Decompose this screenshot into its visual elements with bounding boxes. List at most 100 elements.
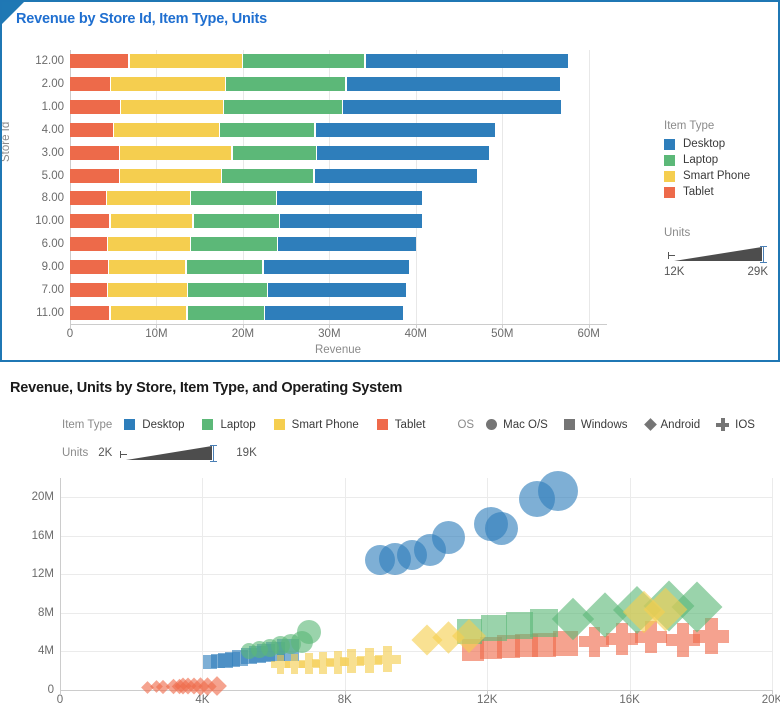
scatter-point[interactable]: [297, 620, 322, 645]
table-row[interactable]: [70, 305, 606, 320]
chart2-legend-units[interactable]: Units 2K 19K: [62, 444, 257, 462]
bar-segment-laptop[interactable]: [191, 191, 277, 206]
table-row[interactable]: [70, 259, 606, 274]
bar-segment-tablet[interactable]: [70, 282, 107, 297]
bar-segment-smart-phone[interactable]: [110, 305, 187, 320]
x-tick-label: 20M: [231, 328, 255, 340]
legend-item-laptop[interactable]: Laptop: [202, 419, 256, 431]
bar-segment-desktop[interactable]: [346, 77, 560, 92]
bar-segment-smart-phone[interactable]: [111, 77, 226, 92]
bar-segment-smart-phone[interactable]: [110, 214, 193, 229]
scatter-point[interactable]: [481, 615, 508, 642]
chart1-legend-item-type[interactable]: Item Type Desktop Laptop Smart Phone Tablet: [664, 120, 750, 202]
chart2-data-points[interactable]: [60, 470, 772, 696]
bar-segment-desktop[interactable]: [278, 237, 417, 252]
bar-segment-laptop[interactable]: [188, 282, 267, 297]
bar-segment-laptop[interactable]: [242, 54, 365, 69]
bar-segment-desktop[interactable]: [315, 122, 495, 137]
legend-item-tablet[interactable]: Tablet: [664, 186, 750, 198]
table-row[interactable]: [70, 122, 606, 137]
bar-segment-smart-phone[interactable]: [108, 237, 190, 252]
bar-segment-smart-phone[interactable]: [114, 122, 220, 137]
bar-segment-desktop[interactable]: [365, 54, 569, 69]
table-row[interactable]: [70, 237, 606, 252]
legend-item-smart-phone[interactable]: Smart Phone: [273, 419, 359, 431]
legend-item-laptop[interactable]: Laptop: [664, 154, 750, 166]
legend-swatch: [664, 186, 675, 198]
x-tick-label: 0: [56, 694, 64, 706]
bar-segment-laptop[interactable]: [220, 122, 315, 137]
bar-segment-tablet[interactable]: [70, 237, 107, 252]
bar-segment-tablet[interactable]: [70, 168, 119, 183]
table-row[interactable]: [70, 214, 606, 229]
x-tick-label: 50M: [491, 328, 514, 340]
bar-segment-desktop[interactable]: [267, 282, 406, 297]
scatter-point[interactable]: [374, 646, 401, 673]
units-max-label: 29K: [747, 266, 768, 278]
legend-os-ios[interactable]: IOS: [716, 418, 755, 431]
bar-segment-laptop[interactable]: [226, 77, 346, 92]
units-slider-handle-min[interactable]: [668, 252, 675, 259]
x-tick-label: 0: [66, 328, 74, 340]
scatter-point[interactable]: [431, 521, 465, 555]
legend-swatch: [202, 419, 214, 430]
units2-slider-handle-max[interactable]: [210, 445, 218, 462]
legend-os-android[interactable]: Android: [643, 418, 700, 431]
bar-segment-tablet[interactable]: [70, 259, 108, 274]
legend-os-windows[interactable]: Windows: [563, 419, 628, 431]
table-row[interactable]: [70, 54, 606, 69]
bar-segment-smart-phone[interactable]: [129, 54, 242, 69]
bar-segment-smart-phone[interactable]: [121, 100, 223, 115]
bar-segment-laptop[interactable]: [191, 237, 278, 252]
chart1-legend-units[interactable]: Units 12K 29K: [664, 227, 774, 278]
bar-segment-tablet[interactable]: [70, 122, 113, 137]
bar-segment-tablet[interactable]: [70, 54, 129, 69]
table-row[interactable]: [70, 168, 606, 183]
bar-segment-smart-phone[interactable]: [108, 259, 186, 274]
scatter-point[interactable]: [505, 611, 533, 639]
bar-segment-tablet[interactable]: [70, 145, 119, 160]
bar-segment-desktop[interactable]: [277, 191, 423, 206]
panel-revenue-by-store[interactable]: Revenue by Store Id, Item Type, Units St…: [0, 0, 780, 362]
chart2-legend-row[interactable]: Item Type Desktop Laptop Smart Phone Tablet…: [62, 418, 771, 431]
scatter-point[interactable]: [538, 470, 579, 511]
scatter-point[interactable]: [484, 511, 518, 545]
bar-segment-smart-phone[interactable]: [108, 282, 188, 297]
legend-item-tablet[interactable]: Tablet: [376, 419, 425, 431]
table-row[interactable]: [70, 145, 606, 160]
scatter-point[interactable]: [530, 608, 559, 637]
bar-segment-desktop[interactable]: [343, 100, 561, 115]
bar-segment-tablet[interactable]: [70, 191, 106, 206]
legend-title-item-type: Item Type: [664, 120, 715, 132]
bar-segment-tablet[interactable]: [70, 100, 120, 115]
bar-segment-smart-phone[interactable]: [107, 191, 190, 206]
bar-segment-laptop[interactable]: [232, 145, 317, 160]
bar-segment-smart-phone[interactable]: [120, 168, 221, 183]
units-slider-handle-max[interactable]: [760, 246, 767, 263]
plus-icon: [716, 418, 730, 431]
bar-segment-laptop[interactable]: [222, 168, 314, 183]
table-row[interactable]: [70, 100, 606, 115]
bar-segment-tablet[interactable]: [70, 77, 111, 92]
bar-segment-desktop[interactable]: [265, 305, 404, 320]
bar-segment-tablet[interactable]: [70, 305, 110, 320]
bar-segment-laptop[interactable]: [193, 214, 279, 229]
chart1-bars[interactable]: [70, 50, 606, 324]
bar-segment-laptop[interactable]: [187, 305, 265, 320]
legend-item-desktop[interactable]: Desktop: [124, 419, 184, 431]
legend-item-desktop[interactable]: Desktop: [664, 138, 750, 150]
table-row[interactable]: [70, 77, 606, 92]
bar-segment-tablet[interactable]: [70, 214, 110, 229]
table-row[interactable]: [70, 191, 606, 206]
bar-segment-desktop[interactable]: [280, 214, 422, 229]
legend-item-smart-phone[interactable]: Smart Phone: [664, 170, 750, 182]
bar-segment-laptop[interactable]: [223, 100, 342, 115]
bar-segment-laptop[interactable]: [186, 259, 263, 274]
legend-os-mac-o-s[interactable]: Mac O/S: [486, 419, 548, 431]
bar-segment-desktop[interactable]: [263, 259, 410, 274]
bar-segment-desktop[interactable]: [317, 145, 489, 160]
table-row[interactable]: [70, 282, 606, 297]
bar-segment-desktop[interactable]: [314, 168, 477, 183]
bar-segment-smart-phone[interactable]: [120, 145, 232, 160]
units2-slider-handle-min[interactable]: [120, 451, 128, 458]
